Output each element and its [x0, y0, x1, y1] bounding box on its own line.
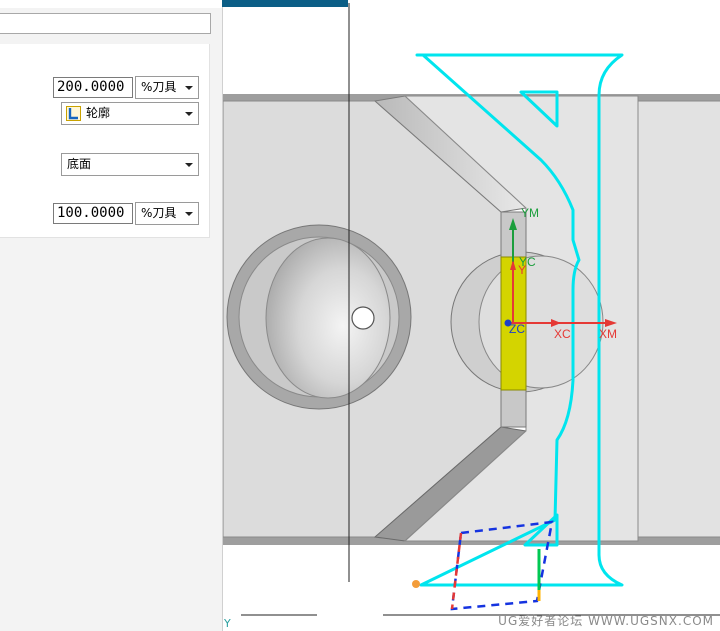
- contour-pattern-icon: [66, 106, 81, 121]
- graphics-viewport[interactable]: YM YC Y ZC XC XM: [222, 0, 720, 631]
- region-start-point[interactable]: [412, 580, 420, 588]
- viewport-tab-strip: [348, 0, 720, 3]
- cut-pattern-label: 轮廓: [86, 106, 111, 120]
- dialog-top-field[interactable]: [0, 13, 211, 34]
- cut-parameters-group: 200.0000 %刀具 轮廓 底面 100.0000 %刀具: [0, 44, 210, 238]
- floor-select-label: 底面: [67, 157, 92, 171]
- stepover-value-input[interactable]: 200.0000: [53, 77, 133, 98]
- chevron-down-icon: [185, 163, 193, 167]
- chevron-down-icon: [185, 86, 193, 90]
- stepover-unit-select[interactable]: %刀具: [135, 76, 199, 99]
- axis-label-xc: XC: [554, 327, 571, 341]
- depth-unit-select[interactable]: %刀具: [135, 202, 199, 225]
- axis-label-y: Y: [518, 263, 526, 277]
- cut-pattern-select[interactable]: 轮廓: [61, 102, 199, 125]
- viewport-tab-active[interactable]: [222, 0, 348, 7]
- chevron-down-icon: [185, 212, 193, 216]
- axis-label-xm: XM: [599, 327, 617, 341]
- axis-label-zc: ZC: [509, 322, 525, 336]
- operation-dialog: 200.0000 %刀具 轮廓 底面 100.0000 %刀具: [0, 0, 222, 631]
- chevron-down-icon: [185, 112, 193, 116]
- axis-label-ym: YM: [521, 206, 539, 220]
- forum-watermark: UG爱好者论坛 WWW.UGSNX.COM: [498, 614, 714, 628]
- stepover-unit-label: %刀具: [141, 80, 177, 94]
- dialog-top-strip: [0, 0, 222, 8]
- floor-select[interactable]: 底面: [61, 153, 199, 176]
- slot-wall-lower: [500, 389, 527, 428]
- depth-value-input[interactable]: 100.0000: [53, 203, 133, 224]
- depth-unit-label: %刀具: [141, 206, 177, 220]
- model-scene[interactable]: YM YC Y ZC XC XM: [223, 0, 720, 631]
- view-triad-y-label: Y: [224, 617, 231, 630]
- through-hole: [351, 306, 375, 330]
- part-body-right: [637, 100, 720, 538]
